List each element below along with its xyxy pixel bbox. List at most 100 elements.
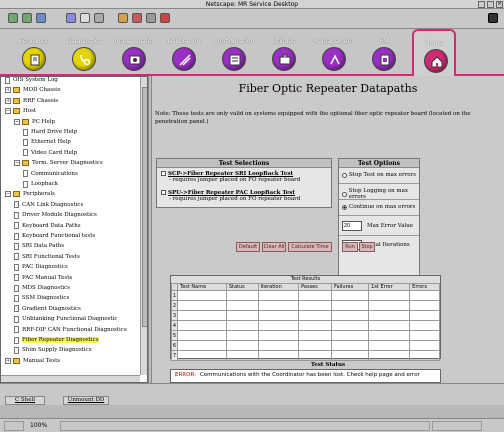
tree-item[interactable]: − Term. Server Diagnostics xyxy=(14,158,103,168)
tree-item[interactable]: SSM Diagnostics xyxy=(14,293,69,303)
security-icon[interactable] xyxy=(132,13,142,23)
tree-item[interactable]: Gradient Diagnostics xyxy=(14,304,81,314)
replacement-icon[interactable] xyxy=(322,47,346,71)
radio-button[interactable] xyxy=(342,172,347,178)
test-checkbox[interactable] xyxy=(161,190,166,195)
tree-item-label[interactable]: Communications xyxy=(31,171,78,177)
tree-item[interactable]: SRI Functional Tests xyxy=(14,252,80,262)
radio-button-selected[interactable] xyxy=(342,204,347,210)
nav-image-quality[interactable]: Image Quality xyxy=(112,29,156,76)
netscape-icon[interactable] xyxy=(94,13,104,23)
tree-item[interactable]: + Manual Tests xyxy=(5,356,60,366)
tree-item-label[interactable]: Term. Server Diagnostics xyxy=(32,160,103,166)
clear-all-button[interactable]: Clear All xyxy=(262,242,286,252)
tree-item[interactable]: PAC Manual Tests xyxy=(14,273,72,283)
tree-item-label[interactable]: MOD Chassis xyxy=(23,87,61,93)
nav-calibration[interactable]: Calibration xyxy=(162,29,206,76)
nav-home[interactable]: Home xyxy=(412,29,456,76)
unmount-dd-tab[interactable]: Unmount DD xyxy=(63,396,109,405)
tree-item-label[interactable]: Gradient Diagnostics xyxy=(22,306,81,312)
tree-item-label[interactable]: Peripherals xyxy=(23,191,55,197)
nav-configuration[interactable]: Configuration xyxy=(212,29,256,76)
tree-item-label[interactable]: SRI Functional Tests xyxy=(22,254,80,260)
collapse-icon[interactable]: − xyxy=(5,191,11,198)
default-button[interactable]: Default xyxy=(236,242,260,252)
tree-item[interactable]: Loopback xyxy=(23,179,58,189)
tree-item[interactable]: Keyboard Data Paths xyxy=(14,221,81,231)
tree-item-label[interactable]: MDS Diagnostics xyxy=(22,285,70,291)
tree-item[interactable]: SRI Data Paths xyxy=(14,241,64,251)
pm-icon[interactable] xyxy=(372,47,396,71)
tree-item-label[interactable]: Ethernet Help xyxy=(31,139,71,145)
nav-error-logs[interactable]: Error Logs xyxy=(12,29,56,76)
search-icon[interactable] xyxy=(80,13,90,23)
expand-icon[interactable]: + xyxy=(5,357,11,364)
tree-item-label[interactable]: OIS System Log xyxy=(13,77,58,83)
collapse-icon[interactable]: − xyxy=(5,108,11,115)
c-shell-tab[interactable]: C Shell xyxy=(5,396,45,405)
back-icon[interactable] xyxy=(8,13,18,23)
tree-item-label[interactable]: Driver Module Diagnostics xyxy=(22,212,97,218)
tree-item-label[interactable]: Keyboard Data Paths xyxy=(22,223,81,229)
close-button[interactable]: × xyxy=(496,1,503,8)
tree-item-label[interactable]: RRF Chassis xyxy=(23,98,58,104)
radio-button[interactable] xyxy=(342,191,347,197)
run-button[interactable]: Run xyxy=(342,242,358,252)
tree-item-label[interactable]: Hard Drive Help xyxy=(31,129,77,135)
tree-item[interactable]: Video Card Help xyxy=(23,148,77,158)
tree-item-label[interactable]: Fiber Repeater Diagnostics xyxy=(22,337,99,343)
tree-item[interactable]: Fiber Repeater Diagnostics xyxy=(14,335,99,345)
tree-item-label[interactable]: Manual Tests xyxy=(23,358,60,364)
test-item[interactable]: SCP->Fiber Repeater SRI LoopBack Test - … xyxy=(161,171,300,183)
tree-item-label[interactable]: PAC Manual Tests xyxy=(22,275,72,281)
collapse-icon[interactable]: − xyxy=(14,118,20,125)
tree-item[interactable]: OIS System Log xyxy=(5,77,58,85)
tree-item[interactable]: − Peripherals xyxy=(5,189,55,199)
tree-item[interactable]: + MOD Chassis xyxy=(5,85,61,95)
tree-horizontal-scrollbar[interactable] xyxy=(1,375,140,382)
tree-item[interactable]: Unblanking Functional Diagnostic xyxy=(14,314,117,324)
log-icon[interactable] xyxy=(22,47,46,71)
tree-item-label[interactable]: PAC Diagnostics xyxy=(22,264,68,270)
tree-item[interactable]: Shim Supply Diagnostics xyxy=(14,345,92,355)
tree-item[interactable]: + RRF Chassis xyxy=(5,96,58,106)
tree-item-label[interactable]: Loopback xyxy=(31,181,58,187)
tree-item[interactable]: Ethernet Help xyxy=(23,137,71,147)
tree-item-label[interactable]: Keyboard Functional tests xyxy=(22,233,95,239)
nav-diagnostics[interactable]: Diagnostics xyxy=(62,29,106,76)
reload-icon[interactable] xyxy=(36,13,46,23)
tree-item[interactable]: Hard Drive Help xyxy=(23,127,77,137)
collapse-icon[interactable]: − xyxy=(14,160,20,167)
tree-item[interactable]: MDS Diagnostics xyxy=(14,283,70,293)
security-lock-icon[interactable] xyxy=(4,421,24,431)
expand-icon[interactable]: + xyxy=(5,97,11,104)
tree-item-label[interactable]: RRF-DIF CAN Functional Diagnostics xyxy=(22,327,127,333)
tree-item-label[interactable]: SRI Data Paths xyxy=(22,243,64,249)
tree-item[interactable]: CAN Link Diagnostics xyxy=(14,200,83,210)
tree-item[interactable]: Communications xyxy=(23,169,78,179)
test-checkbox[interactable] xyxy=(161,171,166,176)
tree-item-label[interactable]: CAN Link Diagnostics xyxy=(22,202,83,208)
tree-item-label[interactable]: SSM Diagnostics xyxy=(22,295,69,301)
tree-vertical-scrollbar[interactable] xyxy=(140,77,147,375)
tree-item-label[interactable]: PC Help xyxy=(32,119,55,125)
stop-button[interactable]: Stop xyxy=(359,242,375,252)
utilities-icon[interactable] xyxy=(272,47,296,71)
configuration-icon[interactable] xyxy=(222,47,246,71)
stop-icon[interactable] xyxy=(160,13,170,23)
tree-item-label[interactable]: Unblanking Functional Diagnostic xyxy=(22,316,117,322)
nav-utilities[interactable]: Utilities xyxy=(262,29,306,76)
option-continue[interactable]: Continue on max errors xyxy=(342,204,415,210)
expand-icon[interactable]: + xyxy=(5,87,11,94)
tree-item-label[interactable]: Host xyxy=(23,108,36,114)
home-icon[interactable] xyxy=(424,49,448,73)
minimize-button[interactable] xyxy=(478,1,485,8)
stethoscope-icon[interactable] xyxy=(72,47,96,71)
shop-icon[interactable] xyxy=(146,13,156,23)
nav-replacement[interactable]: Replacement xyxy=(312,29,356,76)
maximize-button[interactable] xyxy=(487,1,494,8)
image-quality-icon[interactable] xyxy=(122,47,146,71)
calibration-icon[interactable] xyxy=(172,47,196,71)
option-stop-test[interactable]: Stop Test on max errors xyxy=(342,172,416,178)
home-page-icon[interactable] xyxy=(66,13,76,23)
